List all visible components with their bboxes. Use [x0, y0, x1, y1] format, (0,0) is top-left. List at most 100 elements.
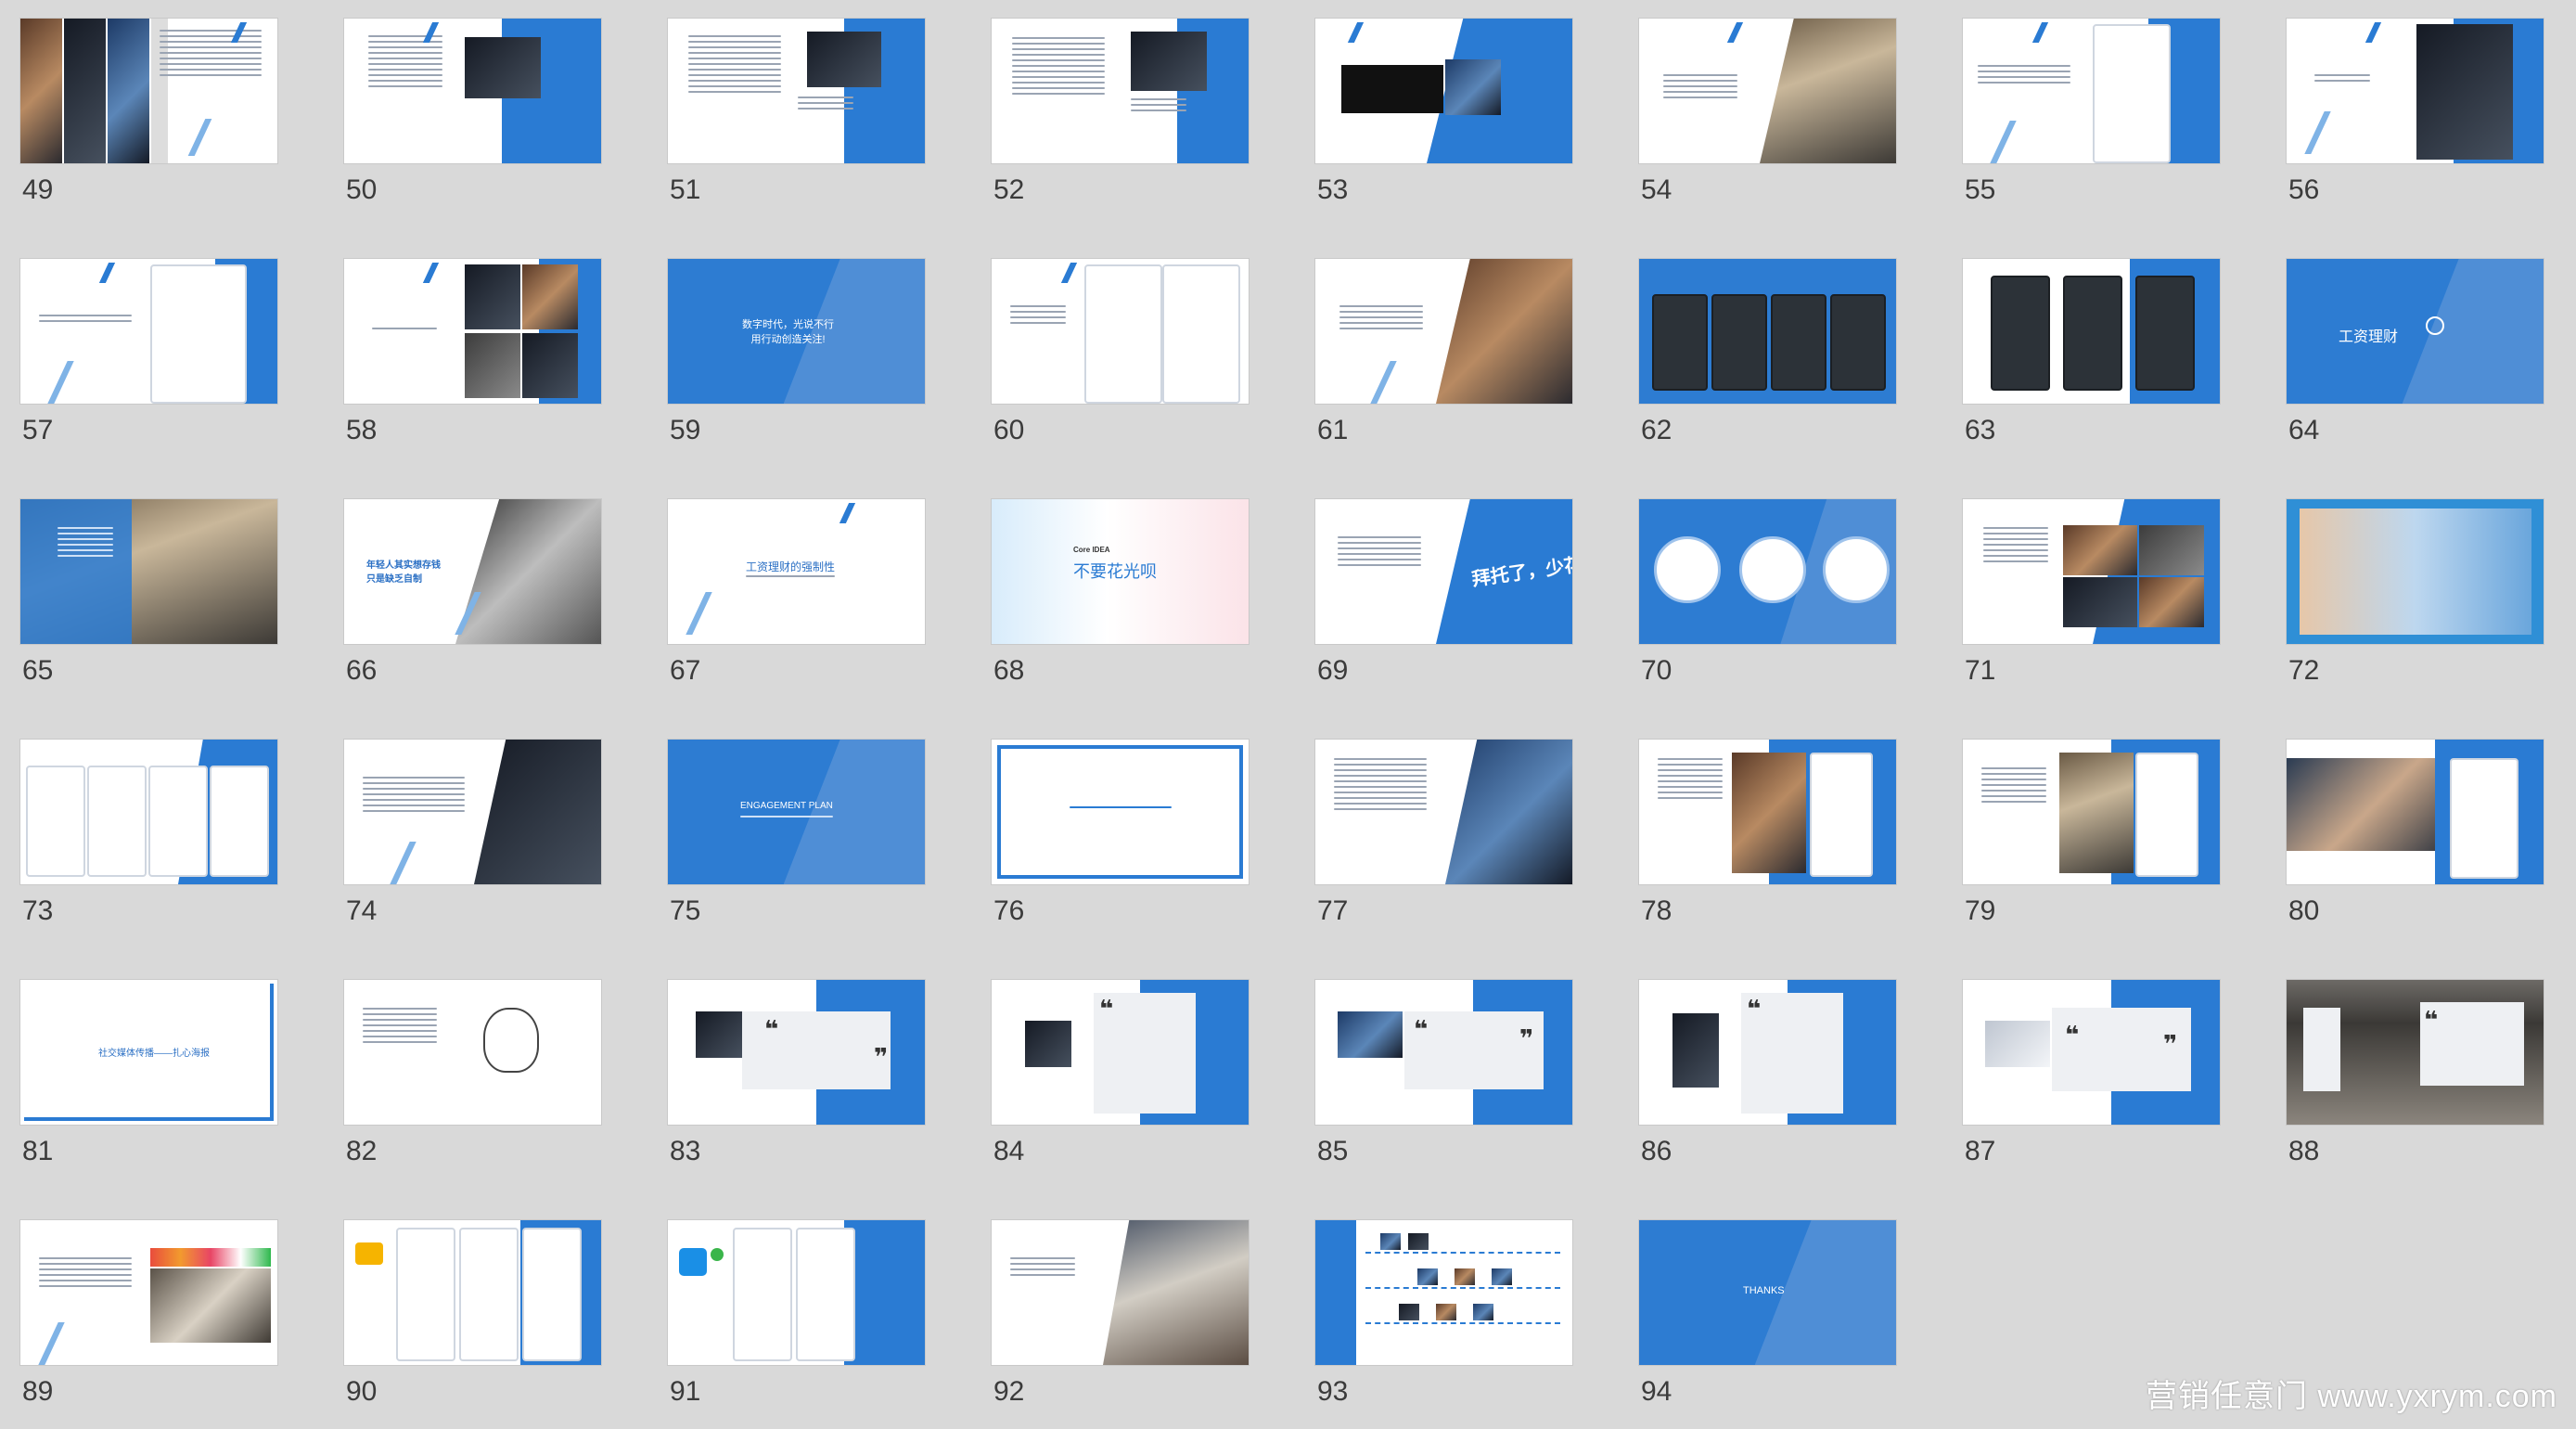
slide-thumb-86[interactable]: ❝ 86: [1639, 980, 1896, 1165]
slide-thumb-51[interactable]: 51: [668, 19, 925, 204]
slide-71[interactable]: [1963, 499, 2220, 644]
slide-77[interactable]: [1315, 740, 1572, 884]
slide-thumb-75[interactable]: ENGAGEMENT PLAN 75: [668, 740, 925, 925]
slide-67[interactable]: 工资理财的强制性: [668, 499, 925, 644]
slide-88[interactable]: ❝: [2287, 980, 2544, 1125]
slide-thumb-70[interactable]: 70: [1639, 499, 1896, 685]
slide-64[interactable]: 工资理财: [2287, 259, 2544, 404]
slide-54[interactable]: [1639, 19, 1896, 163]
slide-90[interactable]: [344, 1220, 601, 1365]
slide-thumb-67[interactable]: 工资理财的强制性 67: [668, 499, 925, 685]
slide-number: 70: [1641, 655, 1672, 686]
slide-80[interactable]: [2287, 740, 2544, 884]
slide-69[interactable]: 拜托了，少花点!: [1315, 499, 1572, 644]
slide-thumb-78[interactable]: 78: [1639, 740, 1896, 925]
slide-thumb-90[interactable]: 90: [344, 1220, 601, 1406]
slide-82[interactable]: [344, 980, 601, 1125]
slide-thumb-93[interactable]: 93: [1315, 1220, 1572, 1406]
slide-thumb-64[interactable]: 工资理财 64: [2287, 259, 2544, 444]
slide-thumb-87[interactable]: ❝ ❞ 87: [1963, 980, 2220, 1165]
slide-thumb-72[interactable]: 72: [2287, 499, 2544, 685]
slide-73[interactable]: [20, 740, 277, 884]
slide-51[interactable]: [668, 19, 925, 163]
slide-72[interactable]: [2287, 499, 2544, 644]
slide-52[interactable]: [992, 19, 1249, 163]
slide-thumb-61[interactable]: 61: [1315, 259, 1572, 444]
slide-thumb-74[interactable]: 74: [344, 740, 601, 925]
slide-61[interactable]: [1315, 259, 1572, 404]
slide-thumb-57[interactable]: 57: [20, 259, 277, 444]
slide-number: 82: [346, 1136, 378, 1166]
slide-thumb-81[interactable]: 社交媒体传播——扎心海报 81: [20, 980, 277, 1165]
slide-thumb-56[interactable]: 56: [2287, 19, 2544, 204]
slide-thumb-49[interactable]: 49: [20, 19, 277, 204]
slide-thumb-60[interactable]: 60: [992, 259, 1249, 444]
slide-thumb-65[interactable]: 65: [20, 499, 277, 685]
slide-74[interactable]: [344, 740, 601, 884]
slide-thumb-79[interactable]: 79: [1963, 740, 2220, 925]
slide-thumb-66[interactable]: 年轻人其实想存钱 只是缺乏自制 66: [344, 499, 601, 685]
slide-number: 49: [22, 174, 54, 205]
slide-thumb-50[interactable]: 50: [344, 19, 601, 204]
slide-thumb-91[interactable]: 91: [668, 1220, 925, 1406]
slide-78[interactable]: [1639, 740, 1896, 884]
slide-58[interactable]: [344, 259, 601, 404]
slide-thumb-73[interactable]: 73: [20, 740, 277, 925]
slide-thumb-55[interactable]: 55: [1963, 19, 2220, 204]
slide-86[interactable]: ❝: [1639, 980, 1896, 1125]
slide-68[interactable]: Core IDEA 不要花光呗: [992, 499, 1249, 644]
slide-94[interactable]: THANKS: [1639, 1220, 1896, 1365]
slide-84[interactable]: ❝: [992, 980, 1249, 1125]
slide-thumb-69[interactable]: 拜托了，少花点! 69: [1315, 499, 1572, 685]
slide-thumb-71[interactable]: 71: [1963, 499, 2220, 685]
slide-81[interactable]: 社交媒体传播——扎心海报: [20, 980, 277, 1125]
slide-thumb-63[interactable]: 63: [1963, 259, 2220, 444]
slide-68-text: 不要花光呗: [1073, 562, 1157, 581]
slide-thumb-58[interactable]: 58: [344, 259, 601, 444]
slide-87[interactable]: ❝ ❞: [1963, 980, 2220, 1125]
slide-63[interactable]: [1963, 259, 2220, 404]
slide-thumb-77[interactable]: 77: [1315, 740, 1572, 925]
slide-65[interactable]: [20, 499, 277, 644]
slide-94-text: THANKS: [1743, 1285, 1785, 1296]
slide-60[interactable]: [992, 259, 1249, 404]
slide-55[interactable]: [1963, 19, 2220, 163]
slide-59[interactable]: 数字时代，光说不行 用行动创造关注!: [668, 259, 925, 404]
slide-79[interactable]: [1963, 740, 2220, 884]
slide-thumb-89[interactable]: 89: [20, 1220, 277, 1406]
slide-76[interactable]: [992, 740, 1249, 884]
slide-62[interactable]: [1639, 259, 1896, 404]
slide-70[interactable]: [1639, 499, 1896, 644]
slide-91[interactable]: [668, 1220, 925, 1365]
slide-number: 76: [993, 895, 1025, 926]
slide-thumb-68[interactable]: Core IDEA 不要花光呗 68: [992, 499, 1249, 685]
slide-50[interactable]: [344, 19, 601, 163]
slide-92[interactable]: [992, 1220, 1249, 1365]
slide-thumb-53[interactable]: 53: [1315, 19, 1572, 204]
slide-66[interactable]: 年轻人其实想存钱 只是缺乏自制: [344, 499, 601, 644]
slide-thumb-82[interactable]: 82: [344, 980, 601, 1165]
slide-thumb-52[interactable]: 52: [992, 19, 1249, 204]
slide-thumb-88[interactable]: ❝ 88: [2287, 980, 2544, 1165]
slide-thumb-80[interactable]: 80: [2287, 740, 2544, 925]
slide-thumb-83[interactable]: ❝ ❞ 83: [668, 980, 925, 1165]
slide-thumb-59[interactable]: 数字时代，光说不行 用行动创造关注! 59: [668, 259, 925, 444]
slide-thumb-84[interactable]: ❝ 84: [992, 980, 1249, 1165]
slide-57[interactable]: [20, 259, 277, 404]
slide-thumb-54[interactable]: 54: [1639, 19, 1896, 204]
slide-75[interactable]: ENGAGEMENT PLAN: [668, 740, 925, 884]
slide-number: 86: [1641, 1136, 1672, 1166]
slide-93[interactable]: [1315, 1220, 1572, 1365]
slide-49[interactable]: [20, 19, 277, 163]
slide-thumb-94[interactable]: THANKS 94: [1639, 1220, 1896, 1406]
slide-thumb-76[interactable]: 76: [992, 740, 1249, 925]
slide-thumb-62[interactable]: 62: [1639, 259, 1896, 444]
slide-83[interactable]: ❝ ❞: [668, 980, 925, 1125]
slide-85[interactable]: ❝ ❞: [1315, 980, 1572, 1125]
slide-89[interactable]: [20, 1220, 277, 1365]
slide-thumb-92[interactable]: 92: [992, 1220, 1249, 1406]
slide-number: 62: [1641, 415, 1672, 445]
slide-53[interactable]: [1315, 19, 1572, 163]
slide-thumb-85[interactable]: ❝ ❞ 85: [1315, 980, 1572, 1165]
slide-56[interactable]: [2287, 19, 2544, 163]
